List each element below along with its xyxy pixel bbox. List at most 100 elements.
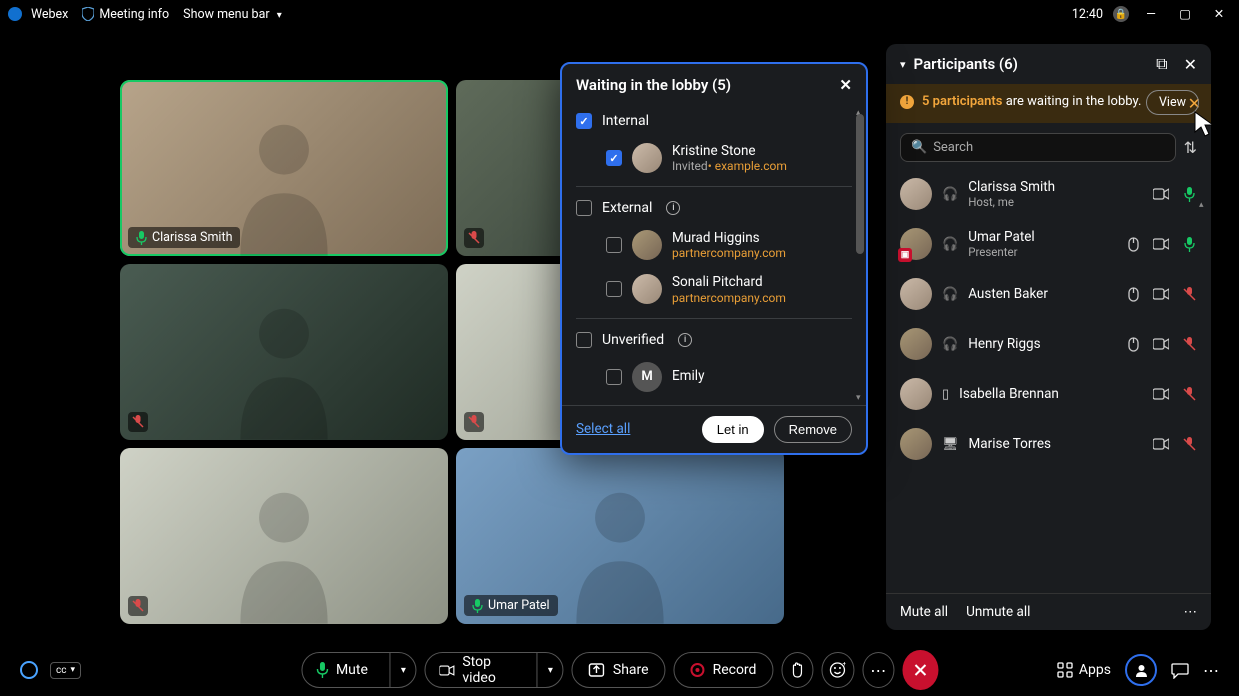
participant-row[interactable]: ▯ Isabella Brennan: [896, 372, 1201, 416]
participants-panel: ▾ Participants (6) ⧉ ✕ ! 5 participants …: [886, 44, 1211, 630]
chat-button[interactable]: [1171, 662, 1189, 679]
mouse-icon[interactable]: [1125, 286, 1141, 302]
camera-icon[interactable]: [1153, 286, 1169, 302]
mute-all-button[interactable]: Mute all: [900, 604, 948, 620]
camera-icon[interactable]: [1153, 386, 1169, 402]
participant-row[interactable]: 🎧 Austen Baker: [896, 272, 1201, 316]
mic-on-icon: [472, 599, 483, 613]
mic-on-icon[interactable]: [1181, 236, 1197, 252]
lobby-title: Waiting in the lobby (5): [576, 76, 731, 94]
video-tile-umar[interactable]: Umar Patel: [456, 448, 784, 624]
view-lobby-button[interactable]: View: [1146, 90, 1199, 115]
captions-button[interactable]: cc ▾: [50, 662, 81, 679]
checkbox[interactable]: [606, 281, 622, 297]
lobby-item-kristine[interactable]: Kristine Stone Invitedexample.com: [576, 136, 852, 180]
mic-off-icon[interactable]: [1181, 286, 1197, 302]
checkbox-external[interactable]: [576, 200, 592, 216]
info-icon[interactable]: i: [666, 201, 680, 215]
lobby-notice: ! 5 participants are waiting in the lobb…: [886, 84, 1211, 123]
mic-off-icon[interactable]: [1181, 336, 1197, 352]
camera-icon[interactable]: [1153, 336, 1169, 352]
info-icon[interactable]: i: [678, 333, 692, 347]
checkbox[interactable]: [606, 150, 622, 166]
unmute-all-button[interactable]: Unmute all: [966, 604, 1030, 620]
avatar: [632, 230, 662, 260]
participant-row[interactable]: 🖥 Marise Torres: [896, 422, 1201, 466]
webex-brand: Webex: [8, 7, 68, 22]
avatar: [900, 428, 932, 460]
mute-button[interactable]: Mute ▾: [301, 652, 417, 688]
mic-off-icon[interactable]: [1181, 436, 1197, 452]
record-button[interactable]: Record: [674, 652, 774, 688]
warning-icon: !: [900, 95, 914, 109]
panel-scrollbar[interactable]: ▴: [1199, 210, 1207, 580]
checkbox-unverified[interactable]: [576, 332, 592, 348]
raise-hand-button[interactable]: [781, 652, 813, 688]
lock-icon[interactable]: 🔒: [1113, 6, 1129, 22]
mouse-icon[interactable]: [1125, 236, 1141, 252]
participant-row[interactable]: 🎧 Henry Riggs: [896, 322, 1201, 366]
end-call-button[interactable]: [902, 650, 938, 690]
lobby-section-unverified[interactable]: Unverified i: [576, 325, 852, 355]
external-label: External: [602, 200, 652, 216]
lobby-section-internal[interactable]: Internal: [576, 106, 852, 136]
mouse-icon[interactable]: [1125, 336, 1141, 352]
checkbox[interactable]: [606, 237, 622, 253]
mute-options-dropdown[interactable]: ▾: [390, 653, 416, 687]
person-icon: [186, 474, 383, 624]
remove-button[interactable]: Remove: [774, 416, 852, 443]
emoji-icon: +: [830, 662, 846, 678]
camera-icon[interactable]: [1153, 186, 1169, 202]
avatar: [632, 143, 662, 173]
popout-icon[interactable]: ⧉: [1156, 54, 1167, 74]
checkbox[interactable]: [606, 369, 622, 385]
meeting-info-button[interactable]: Meeting info: [82, 7, 169, 22]
search-input[interactable]: 🔍 Search: [900, 133, 1176, 162]
lobby-item-emily[interactable]: M Emily: [576, 355, 852, 399]
presenter-badge-icon: ▣: [898, 248, 912, 262]
desktop-icon: 🖥: [942, 437, 959, 452]
more-options-button[interactable]: ⋯: [1184, 604, 1198, 620]
show-menu-bar-button[interactable]: Show menu bar ▾: [183, 7, 282, 22]
video-tile[interactable]: [120, 264, 448, 440]
apps-button[interactable]: Apps: [1057, 662, 1111, 678]
participant-row[interactable]: ▣ 🎧 Umar PatelPresenter: [896, 222, 1201, 266]
participant-row[interactable]: 🎧 Clarissa SmithHost, me: [896, 172, 1201, 216]
select-all-link[interactable]: Select all: [576, 421, 630, 437]
checkbox-internal[interactable]: [576, 113, 592, 129]
panel-close-button[interactable]: ✕: [1184, 55, 1197, 74]
lobby-person-name: Sonali Pitchard: [672, 274, 786, 290]
participants-toggle-button[interactable]: [1125, 654, 1157, 686]
more-panels-button[interactable]: ⋯: [1203, 661, 1219, 680]
lobby-close-button[interactable]: ✕: [839, 76, 852, 94]
webex-logo-icon: [8, 7, 22, 21]
mic-off-icon[interactable]: [1181, 386, 1197, 402]
video-tile[interactable]: [120, 448, 448, 624]
video-options-dropdown[interactable]: ▾: [537, 653, 563, 687]
lobby-person-name: Kristine Stone: [672, 143, 787, 159]
lobby-item-sonali[interactable]: Sonali Pitchard partnercompany.com: [576, 267, 852, 311]
camera-icon[interactable]: [1153, 236, 1169, 252]
let-in-button[interactable]: Let in: [702, 416, 764, 443]
camera-icon[interactable]: [1153, 436, 1169, 452]
stop-video-button[interactable]: Stop video ▾: [425, 652, 564, 688]
share-button[interactable]: Share: [572, 652, 666, 688]
lobby-scrollbar[interactable]: ▴ ▾: [856, 110, 864, 401]
mic-off-icon: [132, 599, 144, 613]
scrollbar-thumb[interactable]: [856, 114, 864, 254]
mic-on-icon[interactable]: [1181, 186, 1197, 202]
headset-icon: 🎧: [942, 287, 958, 302]
more-controls-button[interactable]: ⋯: [862, 652, 894, 688]
tile-name-badge: Clarissa Smith: [128, 227, 240, 248]
window-maximize-button[interactable]: ▢: [1173, 6, 1197, 22]
video-tile-clarissa[interactable]: Clarissa Smith: [120, 80, 448, 256]
assistant-icon[interactable]: [20, 661, 38, 679]
window-minimize-button[interactable]: —: [1139, 7, 1163, 22]
lobby-person-name: Emily: [672, 368, 704, 384]
lobby-item-murad[interactable]: Murad Higgins partnercompany.com: [576, 223, 852, 267]
window-close-button[interactable]: ✕: [1207, 6, 1231, 22]
sort-button[interactable]: ⇅: [1184, 138, 1197, 157]
chevron-down-icon[interactable]: ▾: [900, 58, 906, 71]
lobby-section-external[interactable]: External i: [576, 193, 852, 223]
reactions-button[interactable]: +: [822, 652, 854, 688]
